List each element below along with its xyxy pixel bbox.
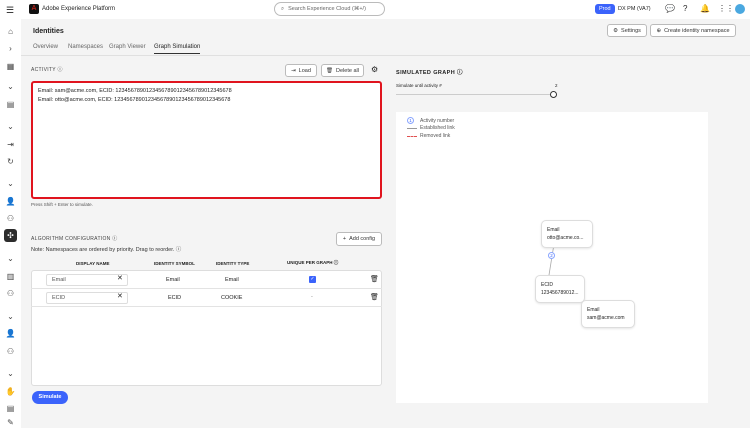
algorithm-label: ALGORITHM CONFIGURATION ⓘ (31, 236, 118, 242)
chevron-down-icon[interactable]: ⌄ (5, 368, 16, 379)
help-icon[interactable]: ? (683, 4, 687, 13)
audiences-icon[interactable]: ⚇ (5, 288, 16, 299)
unique-checkbox[interactable]: ✓ (309, 276, 316, 283)
load-button[interactable]: ⇥ Load (285, 64, 317, 77)
table-row[interactable]: Email ✕ Email Email ✓ 🗑 (31, 271, 382, 289)
activity-line: Email: sam@acme.com, ECID: 1234567890123… (38, 88, 232, 94)
chevron-down-icon[interactable]: ⌄ (5, 253, 16, 264)
profile-icon[interactable]: 👤 (5, 196, 16, 207)
table-row[interactable]: ECID ✕ ECID COOKIE - 🗑 (31, 289, 382, 307)
feedback-icon[interactable]: 💬 (665, 4, 675, 13)
graph-node[interactable]: Email otto@acme.co... (541, 220, 593, 248)
plus-icon: + (342, 236, 347, 242)
privacy-icon[interactable]: ✋ (5, 386, 16, 397)
segments-icon[interactable]: ⚇ (5, 213, 16, 224)
groups-icon[interactable]: ⚇ (5, 346, 16, 357)
org-switcher[interactable]: DX PM (VA7) (618, 6, 651, 12)
settings-button[interactable]: ⚙ Settings (607, 24, 647, 37)
search-icon: ⌕ (281, 5, 285, 12)
activity-textarea[interactable]: Email: sam@acme.com, ECID: 1234567890123… (31, 81, 382, 199)
display-name-input[interactable]: Email (46, 274, 128, 286)
clear-icon[interactable]: ✕ (117, 274, 123, 282)
gear-icon: ⚙ (613, 27, 619, 34)
display-name-input[interactable]: ECID (46, 292, 128, 304)
clear-icon[interactable]: ✕ (117, 292, 123, 300)
chevron-down-icon[interactable]: ⌄ (5, 81, 16, 92)
simulate-button[interactable]: Simulate (32, 391, 68, 404)
edge-activity-number: 2 (548, 252, 555, 259)
home-icon[interactable]: ⌂ (5, 26, 16, 37)
header-unique-per-graph: UNIQUE PER GRAPH ⓘ (287, 260, 339, 265)
trash-icon[interactable]: 🗑 (370, 293, 379, 301)
top-bar: ☰ A Adobe Experience Platform ⌕ Search Ex… (0, 0, 750, 19)
activity-line: Email: otto@acme.com, ECID: 123456789012… (38, 97, 231, 103)
edit-icon[interactable]: ✎ (5, 417, 16, 428)
simulated-graph-label: SIMULATED GRAPH ⓘ (396, 70, 463, 76)
tabs-divider (21, 55, 750, 56)
catalog-icon[interactable]: ▦ (5, 61, 16, 72)
table-icon[interactable]: ▤ (5, 403, 16, 414)
bell-icon[interactable]: 🔔 (700, 4, 710, 13)
identity-symbol: ECID (168, 295, 182, 301)
graph-node[interactable]: ECID 123456789012... (535, 275, 585, 303)
app-title: Adobe Experience Platform (42, 6, 116, 12)
identities-icon[interactable]: ✣ (4, 229, 17, 242)
chevron-down-icon[interactable]: ⌄ (5, 121, 16, 132)
slider-label: Simulate until activity # (396, 83, 442, 88)
tab-overview[interactable]: Overview (33, 44, 58, 50)
add-config-button[interactable]: + Add config (336, 232, 382, 246)
sources-icon[interactable]: ⇥ (5, 139, 16, 150)
slider-handle[interactable] (550, 91, 557, 98)
menu-icon[interactable]: ☰ (6, 5, 14, 16)
algorithm-note: Note: Namespaces are ordered by priority… (31, 247, 182, 253)
delete-all-button[interactable]: 🗑 Delete all (321, 64, 364, 77)
header-identity-type: IDENTITY TYPE (216, 261, 250, 266)
dashboard-icon[interactable]: ▤ (5, 99, 16, 110)
refresh-icon[interactable]: ↻ (5, 156, 16, 167)
activity-label: ACTIVITY ⓘ (31, 67, 63, 73)
established-link (548, 243, 555, 276)
avatar[interactable] (735, 4, 745, 14)
unique-value: - (311, 294, 313, 300)
analytics-icon[interactable]: ▥ (5, 271, 16, 282)
identity-symbol: Email (166, 277, 180, 283)
import-icon: ⇥ (291, 67, 296, 74)
search-input[interactable]: ⌕ Search Experience Cloud (⌘+/) (274, 2, 385, 16)
user-icon[interactable]: 👤 (5, 328, 16, 339)
create-namespace-button[interactable]: ⊕ Create identity namespace (650, 24, 736, 37)
tab-graph-viewer[interactable]: Graph Viewer (109, 44, 146, 50)
trash-icon: 🗑 (326, 67, 334, 74)
graph-node[interactable]: Email sam@acme.com (581, 300, 635, 328)
slider-value: 2 (555, 83, 558, 88)
workflow-icon[interactable]: › (5, 43, 16, 54)
page-title: Identities (33, 28, 64, 35)
header-display-name: DISPLAY NAME (76, 261, 110, 266)
apps-grid-icon[interactable]: ⋮⋮ (718, 4, 734, 13)
chevron-down-icon[interactable]: ⌄ (5, 178, 16, 189)
graph-canvas: 1 Activity number Established link Remov… (396, 112, 708, 403)
identity-type: COOKIE (221, 295, 243, 301)
identity-type: Email (225, 277, 239, 283)
adobe-logo-icon[interactable]: A (29, 4, 39, 14)
chevron-down-icon[interactable]: ⌄ (5, 311, 16, 322)
gear-icon[interactable]: ⚙ (371, 65, 378, 74)
tab-namespaces[interactable]: Namespaces (68, 44, 103, 50)
trash-icon[interactable]: 🗑 (370, 275, 379, 283)
header-identity-symbol: IDENTITY SYMBOL (154, 261, 195, 266)
add-circle-icon: ⊕ (656, 27, 662, 34)
hint-text: Press Shift + Enter to simulate. (31, 202, 93, 207)
slider-track[interactable] (396, 94, 553, 95)
tab-graph-simulation[interactable]: Graph Simulation (154, 44, 201, 54)
left-nav: ⌂ › ▦ ⌄ ▤ ⌄ ⇥ ↻ ⌄ 👤 ⚇ ✣ ⌄ ▥ ⚇ ⌄ 👤 ⚇ ⌄ ✋ … (0, 19, 21, 428)
env-badge[interactable]: Prod (595, 4, 615, 14)
